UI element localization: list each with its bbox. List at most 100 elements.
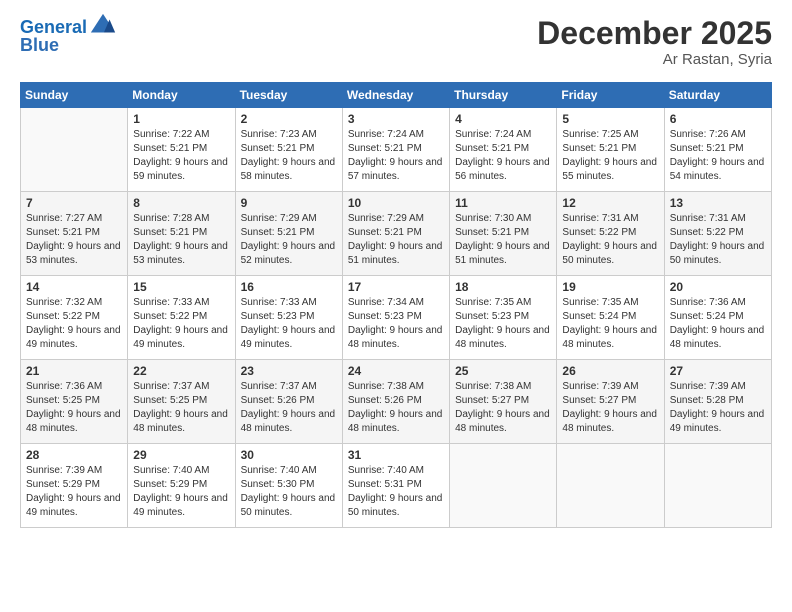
day-info: Sunrise: 7:35 AMSunset: 5:24 PMDaylight:… [562,296,658,352]
day-cell: 22 Sunrise: 7:37 AMSunset: 5:25 PMDayligh… [128,360,235,444]
day-info: Sunrise: 7:37 AMSunset: 5:26 PMDaylight:… [241,380,337,436]
day-cell [450,444,557,528]
day-cell: 5Sunrise: 7:25 AMSunset: 5:21 PMDaylight… [557,108,664,192]
week-row-2: 7 Sunrise: 7:27 AMSunset: 5:21 PMDaylight… [21,192,772,276]
calendar-table: SundayMondayTuesdayWednesdayThursdayFrid… [20,82,772,528]
day-number: 18 [455,280,551,294]
day-info: Sunrise: 7:26 AMSunset: 5:21 PMDaylight:… [670,128,766,184]
day-cell: 26 Sunrise: 7:39 AMSunset: 5:27 PMDayligh… [557,360,664,444]
day-number: 1 [133,112,229,126]
day-info: Sunrise: 7:36 AMSunset: 5:24 PMDaylight:… [670,296,766,352]
logo-icon [89,12,117,40]
weekday-saturday: Saturday [664,83,771,108]
day-number: 20 [670,280,766,294]
day-info: Sunrise: 7:31 AMSunset: 5:22 PMDaylight:… [562,212,658,268]
day-info: Sunrise: 7:32 AMSunset: 5:22 PMDaylight:… [26,296,122,352]
day-number: 11 [455,196,551,210]
day-info: Sunrise: 7:38 AMSunset: 5:26 PMDaylight:… [348,380,444,436]
logo-text-blue: Blue [20,35,59,55]
day-cell: 16 Sunrise: 7:33 AMSunset: 5:23 PMDayligh… [235,276,342,360]
day-info: Sunrise: 7:22 AMSunset: 5:21 PMDaylight:… [133,128,229,184]
day-cell: 25Sunrise: 7:38 AMSunset: 5:27 PMDayligh… [450,360,557,444]
day-cell: 13 Sunrise: 7:31 AMSunset: 5:22 PMDayligh… [664,192,771,276]
day-cell: 29 Sunrise: 7:40 AMSunset: 5:29 PMDayligh… [128,444,235,528]
day-cell: 1 Sunrise: 7:22 AMSunset: 5:21 PMDaylight… [128,108,235,192]
day-number: 10 [348,196,444,210]
day-cell: 2Sunrise: 7:23 AMSunset: 5:21 PMDaylight… [235,108,342,192]
day-cell: 28 Sunrise: 7:39 AMSunset: 5:29 PMDayligh… [21,444,128,528]
day-info: Sunrise: 7:39 AMSunset: 5:29 PMDaylight:… [26,464,122,520]
day-cell: 17 Sunrise: 7:34 AMSunset: 5:23 PMDayligh… [342,276,449,360]
day-info: Sunrise: 7:33 AMSunset: 5:23 PMDaylight:… [241,296,337,352]
day-info: Sunrise: 7:30 AMSunset: 5:21 PMDaylight:… [455,212,551,268]
day-cell: 24Sunrise: 7:38 AMSunset: 5:26 PMDayligh… [342,360,449,444]
day-info: Sunrise: 7:25 AMSunset: 5:21 PMDaylight:… [562,128,658,184]
day-info: Sunrise: 7:24 AMSunset: 5:21 PMDaylight:… [455,128,551,184]
day-number: 15 [133,280,229,294]
day-info: Sunrise: 7:24 AMSunset: 5:21 PMDaylight:… [348,128,444,184]
day-info: Sunrise: 7:37 AMSunset: 5:25 PMDaylight:… [133,380,229,436]
logo: General Blue [20,16,117,56]
day-cell: 14 Sunrise: 7:32 AMSunset: 5:22 PMDayligh… [21,276,128,360]
day-number: 7 [26,196,122,210]
day-info: Sunrise: 7:40 AMSunset: 5:30 PMDaylight:… [241,464,337,520]
day-info: Sunrise: 7:28 AMSunset: 5:21 PMDaylight:… [133,212,229,268]
week-row-5: 28 Sunrise: 7:39 AMSunset: 5:29 PMDayligh… [21,444,772,528]
day-number: 22 [133,364,229,378]
weekday-thursday: Thursday [450,83,557,108]
day-info: Sunrise: 7:31 AMSunset: 5:22 PMDaylight:… [670,212,766,268]
weekday-header-row: SundayMondayTuesdayWednesdayThursdayFrid… [21,83,772,108]
day-info: Sunrise: 7:39 AMSunset: 5:27 PMDaylight:… [562,380,658,436]
day-cell: 15Sunrise: 7:33 AMSunset: 5:22 PMDayligh… [128,276,235,360]
day-info: Sunrise: 7:36 AMSunset: 5:25 PMDaylight:… [26,380,122,436]
day-number: 29 [133,448,229,462]
day-number: 14 [26,280,122,294]
week-row-1: 1 Sunrise: 7:22 AMSunset: 5:21 PMDaylight… [21,108,772,192]
day-cell: 18 Sunrise: 7:35 AMSunset: 5:23 PMDayligh… [450,276,557,360]
day-cell [664,444,771,528]
day-info: Sunrise: 7:40 AMSunset: 5:29 PMDaylight:… [133,464,229,520]
day-number: 16 [241,280,337,294]
week-row-4: 21 Sunrise: 7:36 AMSunset: 5:25 PMDayligh… [21,360,772,444]
day-cell: 30 Sunrise: 7:40 AMSunset: 5:30 PMDayligh… [235,444,342,528]
day-number: 3 [348,112,444,126]
weekday-sunday: Sunday [21,83,128,108]
day-number: 23 [241,364,337,378]
day-number: 30 [241,448,337,462]
day-cell [557,444,664,528]
weekday-wednesday: Wednesday [342,83,449,108]
day-info: Sunrise: 7:27 AMSunset: 5:21 PMDaylight:… [26,212,122,268]
day-cell: 10 Sunrise: 7:29 AMSunset: 5:21 PMDayligh… [342,192,449,276]
day-info: Sunrise: 7:40 AMSunset: 5:31 PMDaylight:… [348,464,444,520]
day-number: 28 [26,448,122,462]
day-info: Sunrise: 7:29 AMSunset: 5:21 PMDaylight:… [348,212,444,268]
day-cell: 11 Sunrise: 7:30 AMSunset: 5:21 PMDayligh… [450,192,557,276]
title-block: December 2025 Ar Rastan, Syria [537,16,772,68]
day-number: 12 [562,196,658,210]
day-number: 13 [670,196,766,210]
month-title: December 2025 [537,16,772,51]
day-cell: 19Sunrise: 7:35 AMSunset: 5:24 PMDayligh… [557,276,664,360]
day-cell: 8 Sunrise: 7:28 AMSunset: 5:21 PMDaylight… [128,192,235,276]
day-cell: 7 Sunrise: 7:27 AMSunset: 5:21 PMDaylight… [21,192,128,276]
day-cell: 31 Sunrise: 7:40 AMSunset: 5:31 PMDayligh… [342,444,449,528]
day-info: Sunrise: 7:39 AMSunset: 5:28 PMDaylight:… [670,380,766,436]
day-number: 6 [670,112,766,126]
day-info: Sunrise: 7:34 AMSunset: 5:23 PMDaylight:… [348,296,444,352]
day-number: 27 [670,364,766,378]
day-number: 8 [133,196,229,210]
location: Ar Rastan, Syria [537,51,772,68]
day-cell: 6 Sunrise: 7:26 AMSunset: 5:21 PMDaylight… [664,108,771,192]
day-number: 26 [562,364,658,378]
weekday-friday: Friday [557,83,664,108]
calendar-container: General Blue December 2025 Ar Rastan, Sy… [0,0,792,538]
day-number: 21 [26,364,122,378]
day-cell: 9Sunrise: 7:29 AMSunset: 5:21 PMDaylight… [235,192,342,276]
day-info: Sunrise: 7:35 AMSunset: 5:23 PMDaylight:… [455,296,551,352]
weekday-tuesday: Tuesday [235,83,342,108]
day-number: 4 [455,112,551,126]
day-number: 17 [348,280,444,294]
day-number: 9 [241,196,337,210]
day-info: Sunrise: 7:23 AMSunset: 5:21 PMDaylight:… [241,128,337,184]
day-number: 31 [348,448,444,462]
